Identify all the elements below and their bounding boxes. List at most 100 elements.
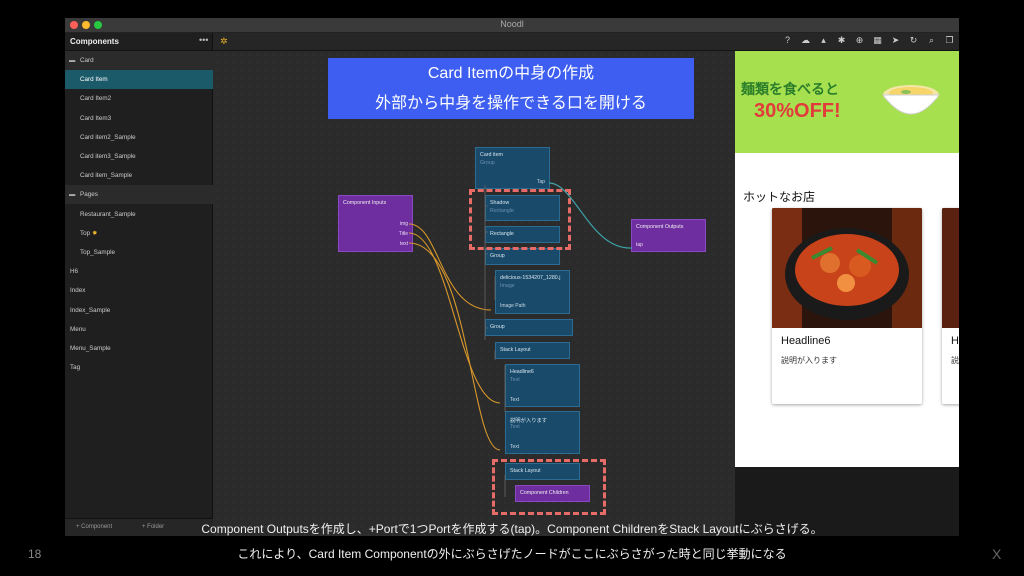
node-headline6[interactable]: Headline6 Text Text (505, 364, 580, 407)
cloud-icon[interactable]: ☁ (800, 35, 811, 46)
titlebar: Noodl (65, 18, 959, 33)
sidebar-item[interactable]: Card item2_Sample (65, 128, 213, 147)
sidebar-item-label: Card Item2 (80, 95, 112, 103)
node-port-text[interactable]: Text (510, 397, 519, 403)
sidebar-title: Components (70, 37, 119, 46)
upload-icon[interactable]: ⊕ (854, 35, 865, 46)
food-image (942, 208, 959, 328)
node-type: Image (500, 283, 515, 289)
callout-box: Card Itemの中身の作成 外部から中身を操作できる口を開ける (328, 58, 694, 119)
node-group[interactable]: Group (485, 319, 573, 336)
node-port-tap[interactable]: tap (636, 242, 643, 248)
sidebar-item-label: Card item_Sample (80, 172, 133, 180)
node-port-text[interactable]: text (400, 241, 408, 247)
sidebar-item-label: Card item3_Sample (80, 153, 136, 160)
sidebar-item[interactable]: Top_Sample (65, 243, 213, 262)
sidebar-item[interactable]: Index (65, 281, 213, 300)
sidebar-item[interactable]: Card item3_Sample (65, 147, 213, 166)
sidebar-item-label: Menu (70, 325, 86, 333)
sidebar-item-label: H6 (70, 268, 79, 276)
components-sidebar: Components ••• ▬ Card Card Item Card Item2 C… (65, 33, 213, 536)
card-description: 説明が入ります (781, 356, 837, 365)
refresh-icon[interactable]: ↻ (908, 35, 919, 46)
folder-icon: ▬ (69, 191, 76, 199)
sidebar-item[interactable]: Tag (65, 358, 213, 377)
app-preview[interactable]: 麺類を食べると 30%OFF! ホットなお店 Headline6 説明が入ります… (735, 51, 959, 467)
debug-icon[interactable]: ✱ (836, 35, 847, 46)
node-type: Text (510, 377, 520, 383)
toolbar-icons: ? ☁ ▴ ✱ ⊕ ▦ ➤ ↻ ⌕ ❐ (782, 35, 955, 46)
node-title: Headline6 (510, 369, 534, 375)
card-headline: Headline6 (781, 335, 831, 347)
node-port-tap[interactable]: Tap (537, 179, 545, 185)
restaurant-card[interactable]: Headline6 説明が入ります (772, 208, 922, 404)
send-icon[interactable]: ➤ (890, 35, 901, 46)
node-port-text[interactable]: Text (510, 444, 519, 450)
noodle-bowl-image (882, 85, 940, 115)
sidebar-item-label: Card Item3 (80, 114, 112, 122)
node-title: Group (490, 253, 505, 259)
card-headline: H (951, 335, 959, 347)
sidebar-item[interactable]: Card Item2 (65, 89, 213, 108)
section-title: ホットなお店 (743, 190, 816, 204)
more-options-icon[interactable]: ••• (199, 35, 208, 45)
sidebar-item-label: Index (70, 287, 86, 295)
callout-line-2: 外部から中身を操作できる口を開ける (375, 95, 647, 112)
sidebar-item-label: Index_Sample (70, 306, 111, 314)
sidebar-item-label: Card (80, 57, 94, 64)
sidebar-item-label: Tag (70, 364, 81, 372)
node-port-title[interactable]: Title (399, 231, 408, 237)
sidebar-item[interactable]: H6 (65, 262, 213, 281)
banner-text: 麺類を食べると (741, 81, 839, 97)
node-card-item[interactable]: Card item Group Tap (475, 147, 550, 189)
restaurant-card[interactable]: H 説 (942, 208, 959, 404)
node-title: Component Outputs (636, 224, 684, 230)
sidebar-item-label: Restaurant_Sample (80, 210, 136, 218)
promo-banner[interactable]: 麺類を食べると 30%OFF! (735, 51, 959, 153)
node-description[interactable]: 説明が入ります Text Text (505, 411, 580, 454)
node-port-image-path[interactable]: Image Path (500, 303, 526, 309)
node-stack-layout[interactable]: Stack Layout (495, 342, 570, 359)
highlight-stack-layout (492, 459, 606, 515)
node-type: Text (510, 424, 520, 430)
sidebar-folder[interactable]: ▬ Pages (65, 185, 213, 205)
highlight-component-outputs (469, 189, 571, 250)
sidebar-item[interactable]: Index_Sample (65, 301, 213, 320)
node-group[interactable]: Group (485, 248, 560, 265)
node-title: Group (490, 324, 505, 330)
folder-icon: ▬ (69, 57, 76, 64)
sidebar-item[interactable]: Top ✸ (65, 224, 213, 243)
sidebar-item[interactable]: Card item_Sample (65, 166, 213, 185)
sidebar-item-label: Top (80, 229, 91, 237)
sidebar-item-label: Pages (80, 191, 98, 199)
sidebar-item[interactable]: Card Item (65, 70, 213, 90)
sidebar-item[interactable]: Card Item3 (65, 109, 213, 128)
sidebar-item-label: Menu_Sample (70, 345, 111, 352)
sidebar-item[interactable]: Menu_Sample (65, 339, 213, 358)
node-type: Group (480, 160, 495, 166)
grid-icon[interactable]: ▦ (872, 35, 883, 46)
node-title: delicious-1534207_1280.j (500, 275, 561, 281)
corner-mark: X (992, 546, 1002, 562)
node-graph-canvas[interactable]: Card item Group Tap Component Inputs img… (213, 51, 735, 536)
bug-icon[interactable]: ✲ (220, 36, 228, 47)
window-icon[interactable]: ❐ (944, 35, 955, 46)
food-image (772, 208, 922, 328)
sidebar-item[interactable]: Menu (65, 320, 213, 339)
node-title: Stack Layout (500, 347, 531, 353)
help-icon[interactable]: ? (782, 35, 793, 46)
sidebar-item[interactable]: Restaurant_Sample (65, 205, 213, 224)
banner-discount: 30%OFF! (754, 100, 841, 122)
node-title: Card item (480, 152, 503, 158)
slide-number: 18 (28, 547, 42, 561)
node-component-inputs[interactable]: Component Inputs img Title text (338, 195, 413, 252)
search-icon[interactable]: ⌕ (926, 35, 937, 46)
node-port-img[interactable]: img (400, 221, 408, 227)
callout-line-1: Card Itemの中身の作成 (427, 65, 595, 82)
node-title: 説明が入ります (510, 418, 548, 424)
sidebar-header: Components ••• (65, 33, 212, 51)
node-component-outputs[interactable]: Component Outputs tap (631, 219, 706, 252)
node-image[interactable]: delicious-1534207_1280.j Image Image Pat… (495, 270, 570, 314)
sidebar-folder[interactable]: ▬ Card (65, 51, 213, 70)
deploy-icon[interactable]: ▴ (818, 35, 829, 46)
